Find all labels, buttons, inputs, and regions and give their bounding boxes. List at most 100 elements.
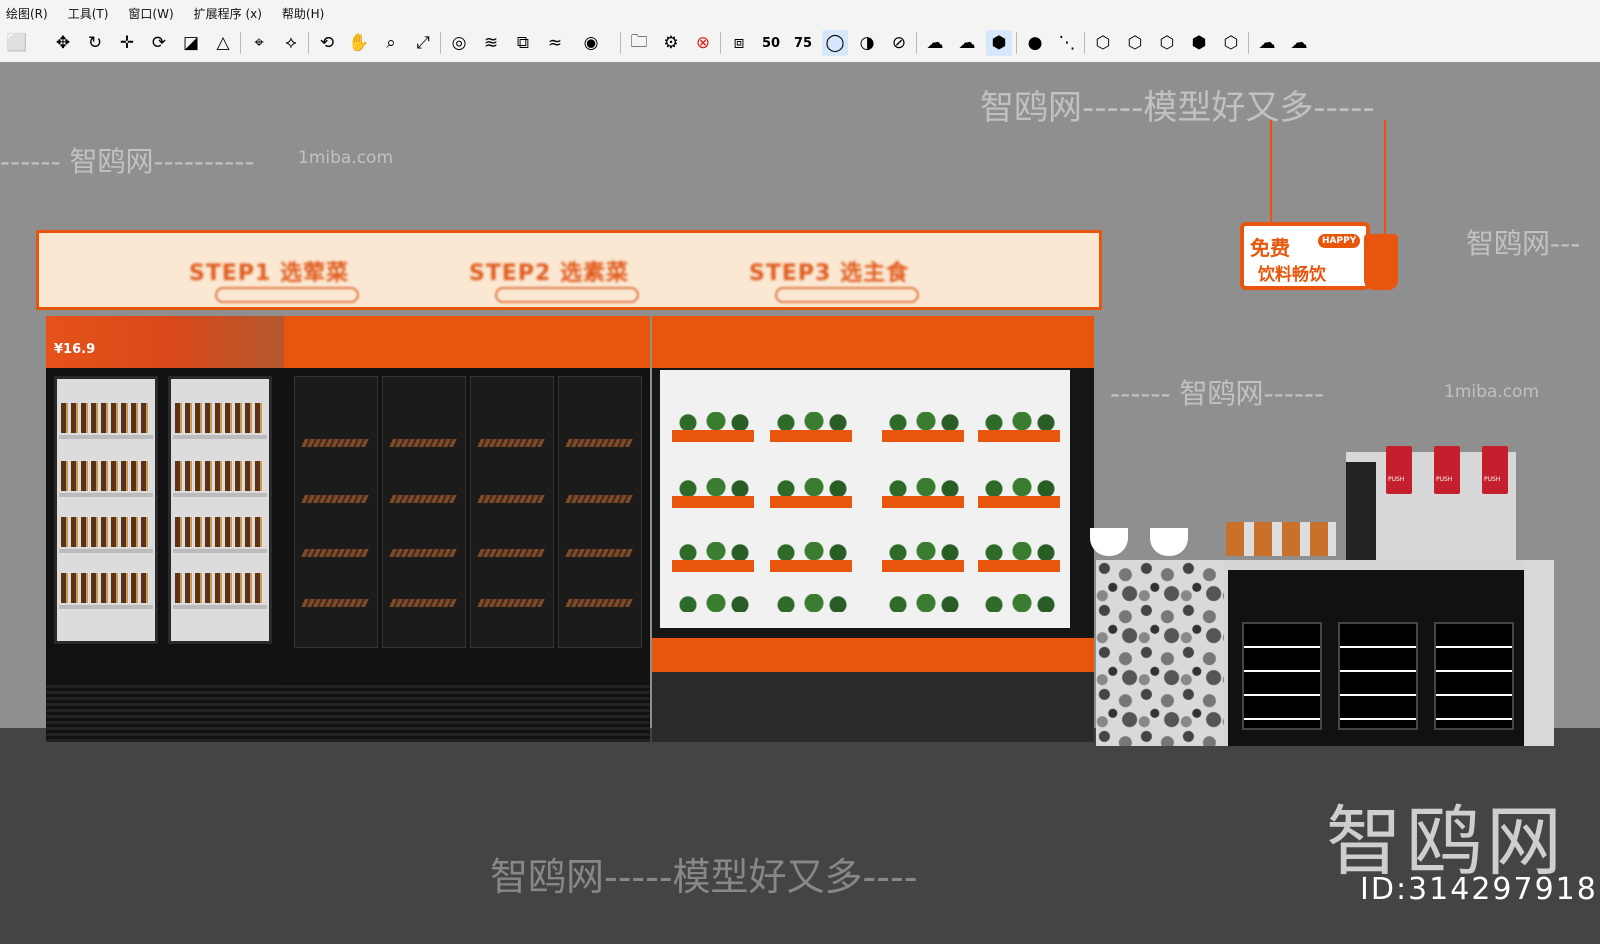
scale-icon[interactable]: ✛ (114, 30, 140, 56)
vegetable-pile (882, 478, 962, 496)
dot-icon[interactable]: ● (1022, 30, 1048, 56)
vegetable-pile (672, 412, 752, 430)
vegetable-pile (882, 412, 962, 430)
vegetable-tray (882, 496, 964, 508)
tape-measure-icon[interactable]: △ (210, 30, 236, 56)
vegetable-pile (770, 542, 850, 560)
watermark-bottom-center: 智鸥网-----模型好又多---- (490, 855, 918, 899)
bottle-row (175, 461, 265, 491)
skewer-tray (565, 549, 633, 557)
terrazzo-panel (1096, 560, 1224, 746)
vegetable-pile (770, 478, 850, 496)
free-drinks-label: 饮料畅饮 (1258, 265, 1326, 285)
pushpull-icon[interactable]: ⟳ (146, 30, 172, 56)
contour-icon[interactable]: ≋ (478, 30, 504, 56)
vegetable-display-base (652, 638, 1094, 672)
pan-icon[interactable]: ✋ (346, 30, 372, 56)
watermark-url-left: 1miba.com (298, 148, 394, 168)
sec75-icon[interactable]: 75 (790, 30, 816, 56)
cube-icon[interactable]: ⬢ (986, 30, 1012, 56)
rotate-icon[interactable]: ↻ (82, 30, 108, 56)
orbit-icon[interactable]: ⟲ (314, 30, 340, 56)
menu-help[interactable]: 帮助(H) (282, 5, 324, 22)
watermark-top-right: 智鸥网-----模型好又多----- (980, 88, 1375, 128)
menu-extensions[interactable]: 扩展程序 (x) (194, 5, 262, 22)
vegetable-pile (770, 412, 850, 430)
toolbar-separator (1016, 32, 1017, 54)
toolbar-separator (620, 32, 621, 54)
skewer-tray (389, 599, 457, 607)
vegetable-pile (672, 594, 752, 612)
shelf (173, 605, 267, 609)
toolbar-separator (1084, 32, 1085, 54)
cloud-x-icon[interactable]: ☁ (922, 30, 948, 56)
shelf (59, 435, 153, 439)
drink-counter (1096, 560, 1554, 746)
menu-window[interactable]: 窗口(W) (128, 5, 173, 22)
cloud-download-icon[interactable]: ☁ (954, 30, 980, 56)
layers-icon[interactable]: ⧈ (726, 30, 752, 56)
shelf (59, 493, 153, 497)
sec50-icon[interactable]: 50 (758, 30, 784, 56)
skewer-tray (301, 599, 369, 607)
contrast-icon[interactable]: ◑ (854, 30, 880, 56)
drape-icon[interactable]: ≈ (542, 30, 568, 56)
push-label: PUSH (1388, 476, 1405, 483)
cup-rack (1242, 622, 1322, 730)
dispenser-nozzle: PUSH (1434, 446, 1460, 494)
vegetable-tray (770, 560, 852, 572)
close-icon[interactable]: ⊗ (690, 30, 716, 56)
menu-draw[interactable]: 绘图(R) (6, 5, 48, 22)
vegetable-tray (882, 560, 964, 572)
under-counter-fridge (1228, 570, 1524, 746)
vegetable-pile (978, 478, 1058, 496)
terrazzo-edge (1526, 560, 1554, 746)
vegetable-tray (672, 496, 754, 508)
bottle-row (61, 461, 151, 491)
toolbar-separator (916, 32, 917, 54)
bottle-row (61, 517, 151, 547)
user-icon[interactable]: ◉ (578, 30, 604, 56)
drop-icon[interactable]: ◯ (822, 30, 848, 56)
iso-4-icon[interactable]: ⬢ (1186, 30, 1212, 56)
sign-wire (1270, 120, 1272, 224)
iso-3-icon[interactable]: ⬡ (1154, 30, 1180, 56)
protractor-icon[interactable]: ⌖ (246, 30, 272, 56)
vegetable-display (652, 316, 1094, 742)
iso-1-icon[interactable]: ⬡ (1090, 30, 1116, 56)
vegetable-tray (672, 560, 754, 572)
drink-cup-icon (1364, 234, 1398, 290)
cloud-1-icon[interactable]: ☁ (1254, 30, 1280, 56)
skewer-tray (565, 439, 633, 447)
skewer-tray (389, 439, 457, 447)
watermark-mid-right-url: 1miba.com (1444, 382, 1540, 402)
skewer-tray (301, 495, 369, 503)
zoom-icon[interactable]: ⌕ (378, 30, 404, 56)
line-icon[interactable]: ⋱ (1054, 30, 1080, 56)
stamp-icon[interactable]: ⧉ (510, 30, 536, 56)
move-icon[interactable]: ✥ (50, 30, 76, 56)
watermark-top-left: ------ 智鸥网---------- (0, 145, 255, 178)
fridge-door-left (54, 376, 158, 644)
iso-2-icon[interactable]: ⬡ (1122, 30, 1148, 56)
iso-5-icon[interactable]: ⬡ (1218, 30, 1244, 56)
vegetable-pile (978, 594, 1058, 612)
skewer-tray (477, 495, 545, 503)
gear-icon[interactable]: ⚙ (658, 30, 684, 56)
zoom-extents-icon[interactable]: ⤢ (410, 30, 436, 56)
toolbar-separator (240, 32, 241, 54)
menu-tools[interactable]: 工具(T) (68, 5, 109, 22)
select-icon[interactable]: ⬜ (4, 30, 30, 56)
vegetable-tray (978, 430, 1060, 442)
step-1-sublabel (215, 287, 359, 303)
toolbar-separator (1248, 32, 1249, 54)
skewer-tray (477, 549, 545, 557)
offset-icon[interactable]: ◪ (178, 30, 204, 56)
hatch-icon[interactable]: ⊘ (886, 30, 912, 56)
sandbox-icon[interactable]: ◎ (446, 30, 472, 56)
cloud-2-icon[interactable]: ☁ (1286, 30, 1312, 56)
skewer-tray (477, 599, 545, 607)
skewer-tray (389, 495, 457, 503)
paint-icon[interactable]: ⟡ (278, 30, 304, 56)
folder-icon[interactable]: 🗀 (626, 30, 652, 56)
